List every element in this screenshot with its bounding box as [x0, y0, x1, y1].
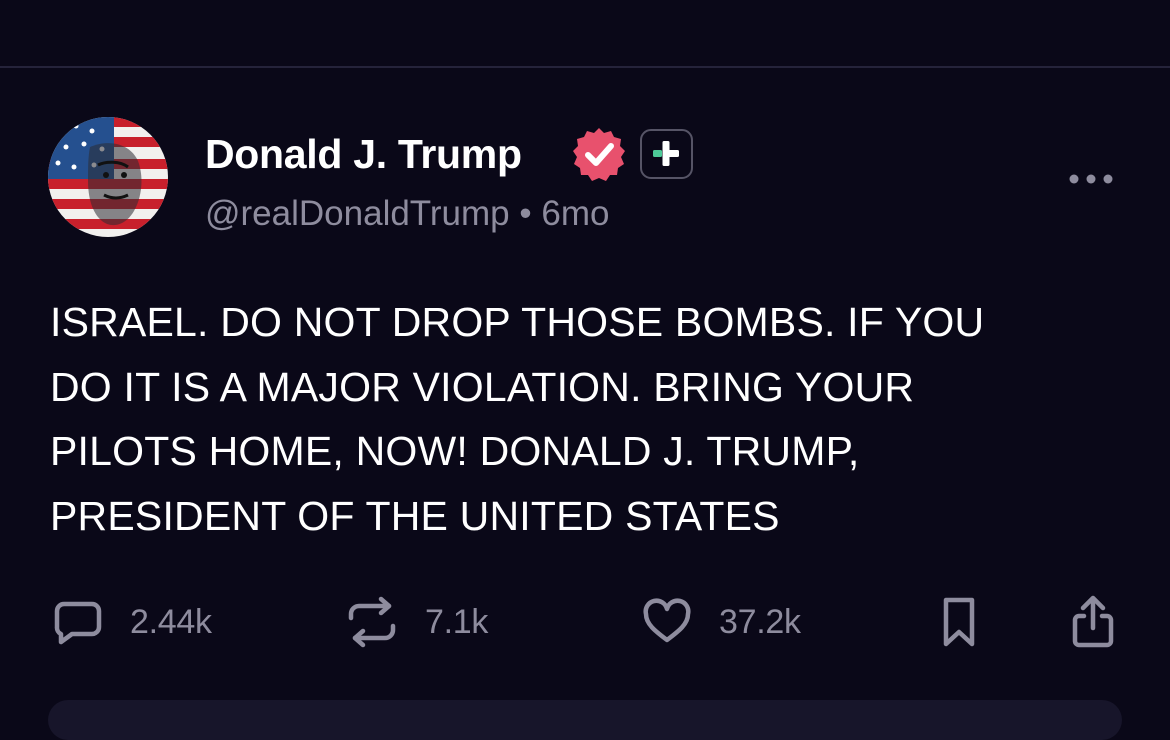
comment-bubble-icon: [54, 601, 102, 645]
verified-badge-icon: [571, 126, 627, 182]
avatar-image: [48, 117, 168, 237]
reply-count: 2.44k: [130, 602, 212, 641]
repost-button[interactable]: 7.1k: [343, 594, 488, 650]
repost-arrows-icon: [348, 596, 396, 648]
separator-dot: •: [519, 194, 532, 233]
top-divider: [0, 66, 1170, 68]
author-handle[interactable]: @realDonaldTrump: [205, 194, 510, 233]
more-dots-icon: [1069, 174, 1113, 184]
bookmark-icon: [943, 597, 975, 647]
share-icon: [1072, 595, 1114, 648]
avatar[interactable]: [48, 117, 168, 237]
more-options-button[interactable]: [1066, 164, 1116, 194]
post-age: 6mo: [541, 194, 610, 233]
plus-badge-icon[interactable]: [640, 129, 693, 179]
reply-composer-panel[interactable]: [48, 700, 1122, 740]
like-button[interactable]: 37.2k: [641, 594, 801, 650]
handle-line: @realDonaldTrump • 6mo: [205, 193, 609, 235]
heart-icon: [643, 598, 691, 643]
bookmark-button[interactable]: [937, 594, 981, 650]
repost-count: 7.1k: [425, 602, 489, 641]
like-count: 37.2k: [719, 602, 801, 641]
author-name[interactable]: Donald J. Trump: [205, 128, 522, 180]
reply-button[interactable]: 2.44k: [52, 594, 212, 650]
post-text: ISRAEL. DO NOT DROP THOSE BOMBS. IF YOU …: [50, 299, 985, 539]
share-button[interactable]: [1068, 594, 1118, 650]
